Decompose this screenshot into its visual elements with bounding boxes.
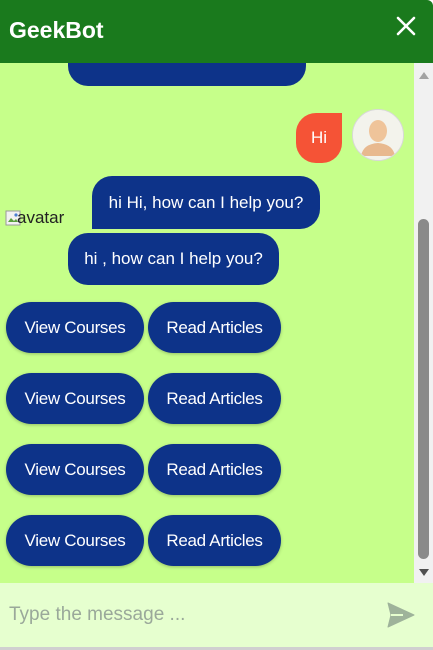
bot-message-partial: username <box>68 63 306 86</box>
read-articles-button[interactable]: Read Articles <box>148 515 281 566</box>
read-articles-button[interactable]: Read Articles <box>148 302 281 353</box>
bot-message: hi , how can I help you? <box>68 233 279 285</box>
scrollbar-thumb[interactable] <box>418 219 429 559</box>
chat-title: GeekBot <box>9 17 104 43</box>
view-courses-button[interactable]: View Courses <box>6 302 144 353</box>
user-avatar-icon <box>353 110 403 160</box>
user-message-text: Hi <box>310 128 328 147</box>
message-list[interactable]: username Hi avatar hi Hi, how can I help… <box>0 63 414 583</box>
chat-scrollbar[interactable] <box>414 63 433 583</box>
view-courses-button[interactable]: View Courses <box>6 373 144 424</box>
read-articles-button[interactable]: Read Articles <box>148 444 281 495</box>
close-icon[interactable] <box>395 13 417 39</box>
scroll-up-arrow-icon[interactable] <box>419 72 429 79</box>
message-input[interactable] <box>0 583 370 647</box>
message-composer <box>0 583 433 650</box>
view-courses-button[interactable]: View Courses <box>6 515 144 566</box>
user-avatar <box>352 109 404 161</box>
read-articles-button[interactable]: Read Articles <box>148 373 281 424</box>
bot-message-text: hi Hi, how can I help you? <box>108 193 304 212</box>
user-message: Hi <box>296 113 342 163</box>
bot-message-text: hi , how can I help you? <box>84 249 263 268</box>
bot-message: hi Hi, how can I help you? <box>92 176 320 229</box>
view-courses-button[interactable]: View Courses <box>6 444 144 495</box>
send-icon[interactable] <box>387 602 415 628</box>
scroll-down-arrow-icon[interactable] <box>419 569 429 576</box>
chat-header: GeekBot <box>0 0 433 63</box>
bot-avatar-alt-text: avatar <box>17 208 65 227</box>
